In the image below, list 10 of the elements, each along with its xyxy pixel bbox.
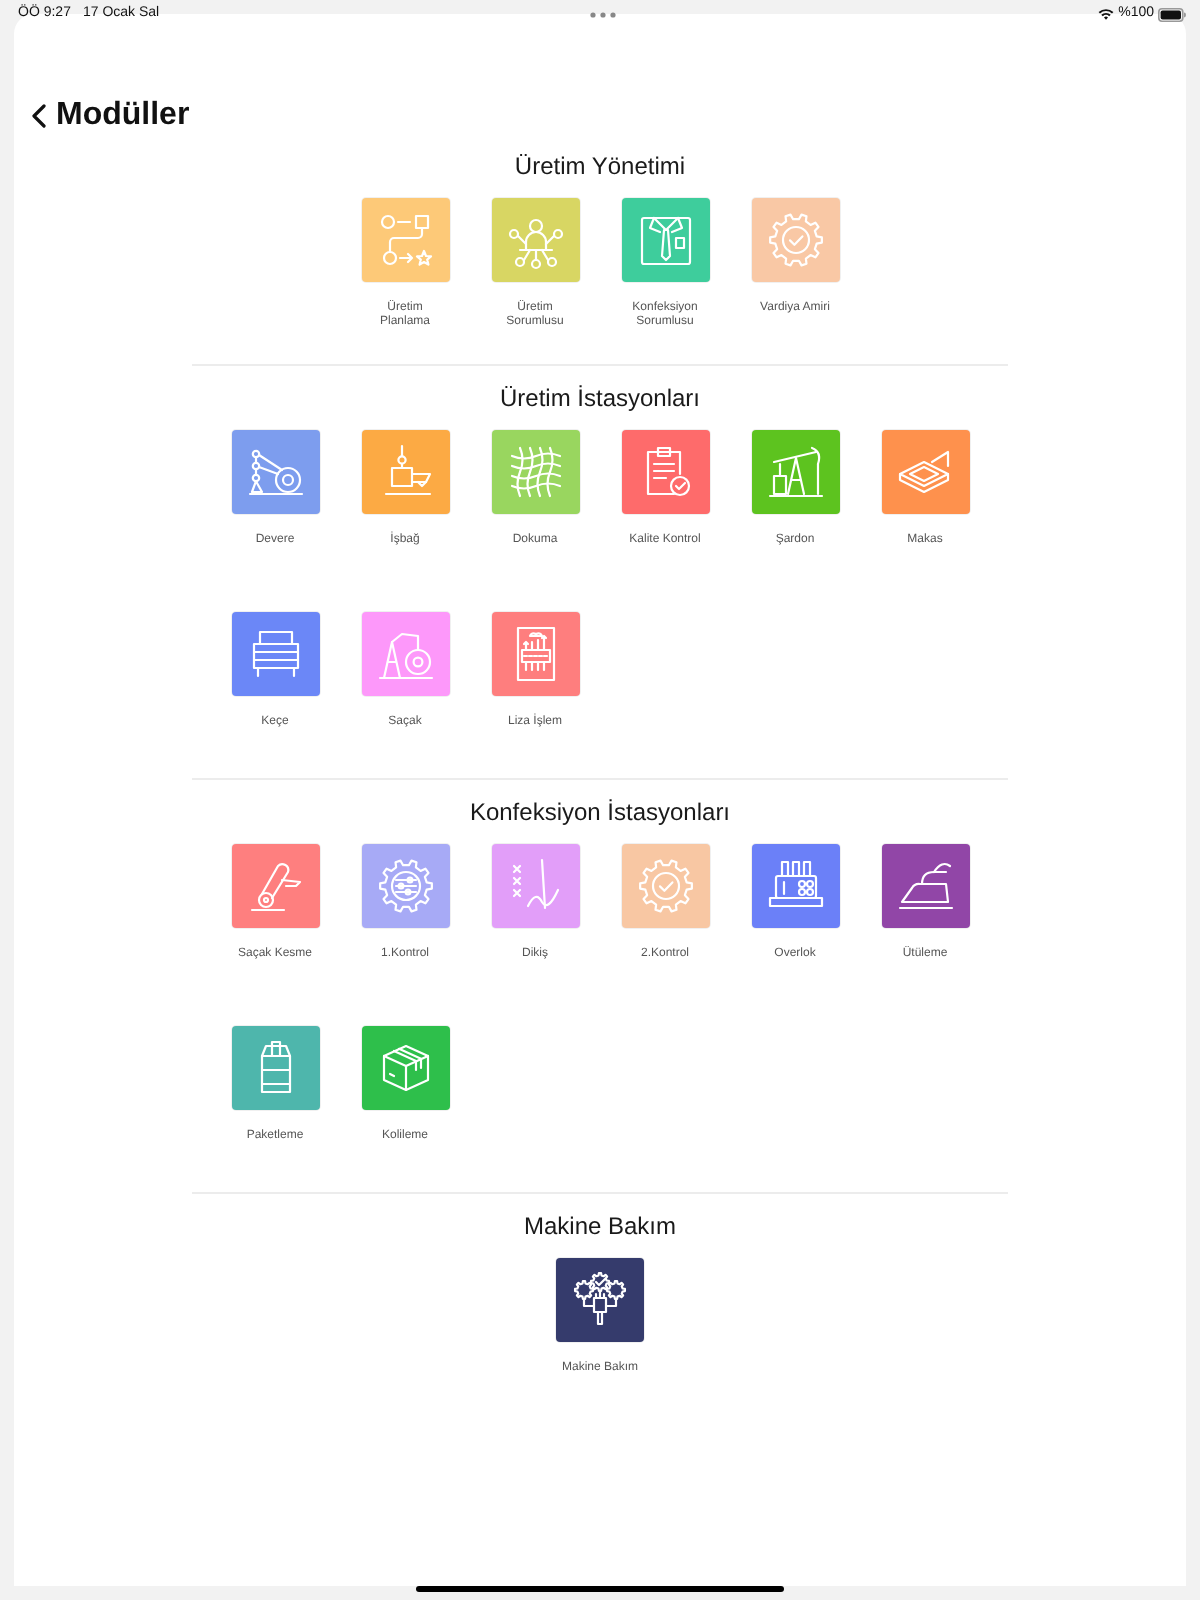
page-title: Modüller [56, 98, 190, 134]
back-button[interactable] [32, 104, 46, 128]
dots-icon[interactable] [589, 11, 615, 17]
chevron-left-icon [32, 104, 46, 128]
section-title: Üretim İstasyonları [499, 384, 701, 412]
wifi-icon [1098, 8, 1115, 20]
section-title: Üretim Yönetimi [514, 152, 686, 180]
section-title: Makine Bakım [523, 1212, 677, 1240]
battery-icon [1158, 7, 1186, 21]
section-title: Konfeksiyon İstasyonları [469, 798, 731, 826]
